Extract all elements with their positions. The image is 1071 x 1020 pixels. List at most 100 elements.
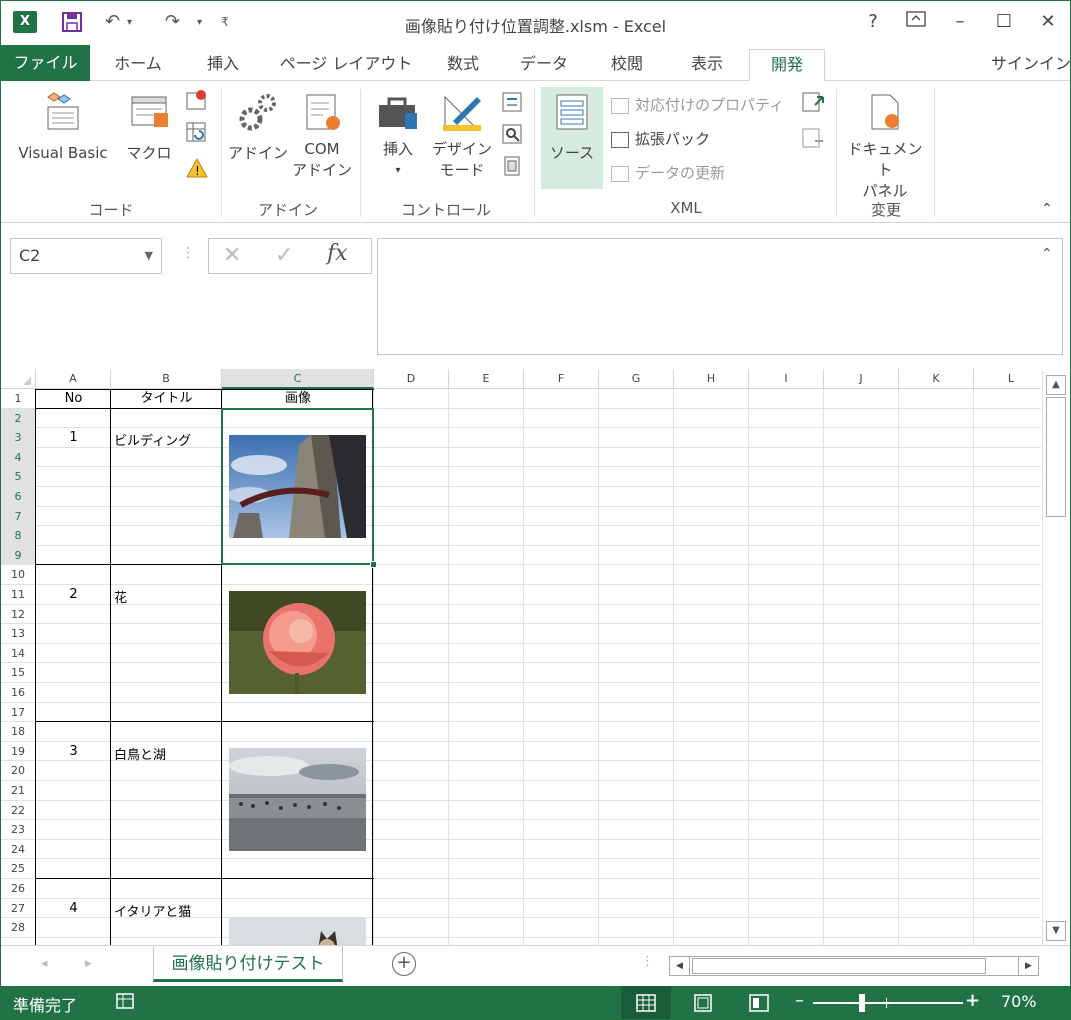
macro-recording-icon[interactable]	[115, 991, 135, 1015]
sheet-scroll-left-icon[interactable]: ◂	[41, 956, 48, 971]
record-macro-icon[interactable]	[185, 89, 209, 115]
zoom-level[interactable]: 70%	[1001, 992, 1037, 1011]
zoom-in-icon[interactable]: +	[965, 990, 980, 1011]
row-header-2[interactable]: 2	[1, 408, 36, 429]
xml-export-icon[interactable]	[801, 127, 825, 153]
row-header-8[interactable]: 8	[1, 526, 36, 546]
page-layout-view-icon[interactable]	[693, 994, 713, 1016]
row-header-9[interactable]: 9	[1, 545, 36, 566]
collapse-formula-bar-icon[interactable]: ⌃	[1041, 246, 1053, 262]
row-header-15[interactable]: 15	[1, 663, 36, 683]
insert-function-button[interactable]: fx	[327, 241, 348, 266]
worksheet-grid[interactable]: A B C D E F G H I J K L 1 2 3 4 5 6 7 8 9 10 11 12 13 14 15 16 17 18 1…	[1, 369, 1041, 945]
visual-basic-button[interactable]: Visual Basic	[9, 91, 117, 164]
xml-import-icon[interactable]	[801, 91, 825, 117]
column-header-g[interactable]: G	[599, 369, 674, 389]
row-header-26[interactable]: 26	[1, 879, 36, 899]
minimize-icon[interactable]: –	[947, 9, 973, 35]
row-header-27[interactable]: 27	[1, 898, 36, 919]
row-header-24[interactable]: 24	[1, 839, 36, 860]
row-header-20[interactable]: 20	[1, 761, 36, 781]
horizontal-scroll-thumb[interactable]	[692, 958, 986, 974]
column-header-f[interactable]: F	[524, 369, 599, 389]
addins-button[interactable]: アドイン	[227, 91, 289, 164]
scroll-down-icon[interactable]: ▼	[1046, 921, 1066, 941]
row-header-7[interactable]: 7	[1, 506, 36, 527]
maximize-icon[interactable]: ☐	[991, 9, 1017, 35]
name-box[interactable]: C2 ▼	[10, 238, 162, 274]
normal-view-button[interactable]	[621, 986, 671, 1019]
row-header-17[interactable]: 17	[1, 702, 36, 723]
row-header-25[interactable]: 25	[1, 859, 36, 879]
macro-button[interactable]: マクロ	[121, 91, 177, 164]
map-properties-button[interactable]: 対応付けのプロパティ	[611, 95, 784, 115]
refresh-data-button[interactable]: データの更新	[611, 163, 725, 183]
tab-file[interactable]: ファイル	[1, 45, 90, 81]
tab-page-layout[interactable]: ページ レイアウト	[271, 49, 421, 81]
column-header-j[interactable]: J	[824, 369, 899, 389]
cancel-icon[interactable]: ✕	[223, 243, 241, 268]
row-header-13[interactable]: 13	[1, 624, 36, 644]
design-mode-button[interactable]: デザイン モード	[429, 91, 495, 181]
row-header-28[interactable]: 28	[1, 918, 36, 938]
scroll-up-icon[interactable]: ▲	[1046, 375, 1066, 395]
source-button[interactable]: ソース	[541, 91, 603, 164]
run-dialog-icon[interactable]	[501, 155, 523, 181]
scroll-right-icon[interactable]: ▶	[1018, 957, 1038, 975]
sign-in-link[interactable]: サインイン	[991, 49, 1070, 81]
select-all-corner[interactable]	[1, 369, 36, 389]
column-header-h[interactable]: H	[674, 369, 749, 389]
column-header-i[interactable]: I	[749, 369, 824, 389]
scroll-left-icon[interactable]: ◀	[670, 957, 690, 975]
tab-split-grip-icon[interactable]: ⋮	[641, 954, 654, 969]
row-header-12[interactable]: 12	[1, 604, 36, 625]
insert-control-button[interactable]: 挿入 ▾	[367, 91, 429, 181]
sheet-tab[interactable]: 画像貼り付けテスト	[153, 946, 343, 982]
com-addins-button[interactable]: COM アドイン	[291, 91, 353, 181]
tab-data[interactable]: データ	[509, 49, 579, 81]
tab-insert[interactable]: 挿入	[193, 49, 253, 81]
ribbon-display-options-icon[interactable]	[903, 9, 929, 35]
enter-icon[interactable]: ✓	[275, 243, 293, 268]
row-header-3[interactable]: 3	[1, 428, 36, 448]
macro-security-icon[interactable]: !	[185, 157, 209, 183]
close-icon[interactable]: ✕	[1035, 9, 1061, 35]
formula-input[interactable]	[377, 238, 1063, 355]
row-header-4[interactable]: 4	[1, 447, 36, 468]
new-sheet-icon[interactable]: +	[392, 952, 416, 976]
horizontal-scrollbar[interactable]: ◀ ▶	[669, 956, 1039, 976]
row-header-10[interactable]: 10	[1, 565, 36, 585]
vertical-scrollbar[interactable]: ▲ ▼	[1042, 371, 1068, 945]
column-header-k[interactable]: K	[899, 369, 974, 389]
tab-review[interactable]: 校閲	[597, 49, 657, 81]
row-header-23[interactable]: 23	[1, 820, 36, 840]
fill-handle[interactable]	[370, 561, 377, 569]
column-header-e[interactable]: E	[449, 369, 524, 389]
collapse-ribbon-icon[interactable]: ⌃	[1041, 201, 1053, 217]
zoom-out-icon[interactable]: –	[795, 990, 804, 1011]
column-header-d[interactable]: D	[374, 369, 449, 389]
row-header-21[interactable]: 21	[1, 781, 36, 801]
document-panel-button[interactable]: ドキュメント パネル	[843, 91, 927, 202]
properties-icon[interactable]	[501, 91, 523, 117]
expansion-packs-button[interactable]: 拡張パック	[611, 129, 710, 149]
relative-references-icon[interactable]	[185, 121, 209, 147]
column-header-l[interactable]: L	[974, 369, 1041, 389]
row-header-6[interactable]: 6	[1, 487, 36, 507]
vertical-scroll-thumb[interactable]	[1046, 397, 1066, 517]
row-header-14[interactable]: 14	[1, 643, 36, 664]
column-header-b[interactable]: B	[111, 369, 222, 389]
tab-view[interactable]: 表示	[677, 49, 737, 81]
row-header-1[interactable]: 1	[1, 389, 36, 409]
tab-home[interactable]: ホーム	[105, 49, 171, 81]
row-header-22[interactable]: 22	[1, 800, 36, 821]
sheet-scroll-right-icon[interactable]: ▸	[85, 956, 92, 971]
zoom-slider[interactable]	[813, 1002, 963, 1004]
page-break-view-icon[interactable]	[749, 994, 769, 1016]
row-header-16[interactable]: 16	[1, 683, 36, 703]
column-header-c[interactable]: C	[222, 369, 374, 389]
name-box-dropdown-icon[interactable]: ▼	[145, 239, 153, 273]
help-icon[interactable]: ?	[860, 9, 886, 35]
row-header-19[interactable]: 19	[1, 741, 36, 762]
column-header-a[interactable]: A	[36, 369, 111, 389]
